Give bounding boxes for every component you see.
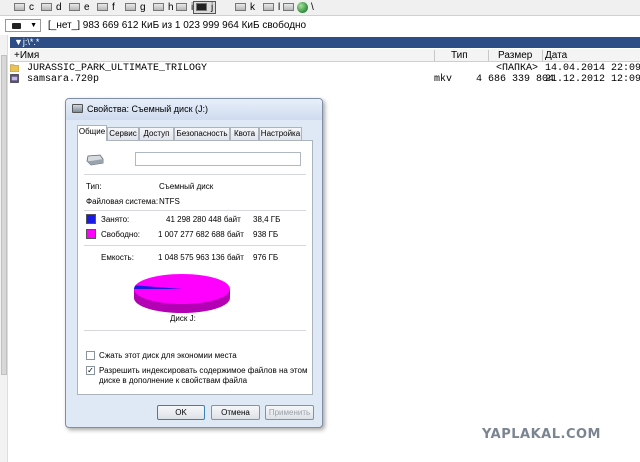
compress-checkbox[interactable] (86, 351, 95, 360)
file-size: <ПАПКА> (496, 63, 539, 74)
divider (84, 210, 306, 211)
scrollbar[interactable] (0, 35, 8, 462)
disk-label: Диск J: (170, 314, 196, 323)
tab-tools[interactable]: Сервис (107, 127, 139, 140)
drive-bar: c d e f g h i j k l m \ (0, 0, 640, 16)
column-type[interactable]: Тип (451, 49, 468, 62)
type-label: Тип: (86, 182, 102, 191)
scroll-thumb[interactable] (1, 55, 7, 375)
chevron-down-icon: ▼ (30, 22, 37, 29)
drive-name-input[interactable] (135, 152, 301, 166)
capacity-gb: 976 ГБ (253, 253, 279, 262)
apply-button[interactable]: Применить (265, 405, 314, 420)
used-label: Занято: (101, 215, 130, 224)
drive-icon (41, 3, 52, 12)
drive-icon (283, 3, 294, 12)
file-name: samsara.720p (27, 74, 100, 85)
drive-icon (125, 3, 136, 12)
used-bytes: 41 298 280 448 байт (166, 215, 241, 224)
free-bytes: 1 007 277 682 688 байт (158, 230, 244, 239)
drive-button-g[interactable]: g (125, 2, 146, 14)
cancel-button[interactable]: Отмена (211, 405, 260, 420)
file-date: 21.12.2012 12:09 (545, 74, 640, 85)
dialog-titlebar[interactable]: Свойства: Съемный диск (J:) (66, 99, 322, 120)
divider (84, 174, 306, 175)
capacity-bytes: 1 048 575 963 136 байт (158, 253, 244, 262)
filesystem-value: NTFS (159, 197, 180, 206)
drive-icon (69, 3, 80, 12)
removable-drive-icon (86, 154, 104, 166)
drive-icon (176, 3, 187, 12)
filesystem-label: Файловая система: (86, 197, 159, 206)
drive-button-l[interactable]: l (263, 2, 280, 14)
index-label-line1: Разрешить индексировать содержимое файло… (99, 366, 308, 375)
column-date[interactable]: Дата (545, 49, 567, 62)
drive-button-j[interactable]: j (193, 1, 217, 14)
tab-quota[interactable]: Квота (230, 127, 259, 140)
drive-icon (14, 3, 25, 12)
column-divider[interactable] (542, 50, 543, 61)
column-divider[interactable] (488, 50, 489, 61)
divider (84, 245, 306, 246)
tab-panel-general: Тип: Съемный диск Файловая система: NTFS… (77, 140, 313, 395)
dialog-title: Свойства: Съемный диск (J:) (87, 104, 209, 114)
drive-button-c[interactable]: c (14, 2, 34, 14)
video-file-icon (10, 74, 19, 83)
watermark: YAPLAKAL.COM (482, 427, 601, 442)
checkmark-icon: ✓ (87, 366, 94, 375)
tab-security[interactable]: Безопасность (174, 127, 230, 140)
file-size: 4 686 339 804 (476, 74, 555, 85)
ok-button[interactable]: OK (157, 405, 205, 420)
path-bar[interactable]: ▼j:\*.* (10, 37, 640, 48)
properties-dialog: Свойства: Съемный диск (J:) Общие Сервис… (65, 98, 323, 428)
file-row[interactable]: JURASSIC_PARK_ULTIMATE_TRILOGY <ПАПКА> 1… (9, 63, 640, 74)
drive-icon (196, 3, 207, 12)
folder-icon (9, 64, 20, 73)
network-drive-button[interactable]: \ (297, 2, 314, 14)
free-space-text: [_нет_] 983 669 612 КиБ из 1 023 999 964… (48, 20, 307, 31)
free-color-swatch (86, 229, 96, 239)
tab-general[interactable]: Общие (77, 125, 107, 141)
drive-icon (12, 23, 21, 29)
capacity-label: Емкость: (101, 253, 134, 262)
drive-icon (153, 3, 164, 12)
disk-usage-pie (134, 274, 230, 313)
file-row[interactable]: samsara.720p mkv 4 686 339 804 21.12.201… (10, 74, 640, 85)
file-type: mkv (434, 74, 453, 85)
column-size[interactable]: Размер (498, 49, 532, 62)
free-label: Свободно: (101, 230, 140, 239)
column-divider[interactable] (434, 50, 435, 61)
drive-icon (263, 3, 274, 12)
drive-select[interactable]: ▼ (5, 19, 41, 32)
drive-icon (97, 3, 108, 12)
removable-drive-icon (72, 104, 83, 113)
drive-button-d[interactable]: d (41, 2, 62, 14)
index-checkbox[interactable]: ✓ (86, 366, 95, 375)
file-date: 14.04.2014 22:09 (545, 63, 640, 74)
used-color-swatch (86, 214, 96, 224)
type-value: Съемный диск (159, 182, 214, 191)
drive-button-k[interactable]: k (235, 2, 255, 14)
drive-icon (235, 3, 246, 12)
compress-label: Сжать этот диск для экономии места (99, 351, 237, 360)
drive-info-bar: ▼ [_нет_] 983 669 612 КиБ из 1 023 999 9… (0, 17, 640, 35)
drive-button-h[interactable]: h (153, 2, 174, 14)
index-label-line2: диске в дополнение к свойствам файла (99, 376, 248, 385)
drive-button-e[interactable]: e (69, 2, 90, 14)
globe-icon (297, 2, 308, 13)
used-gb: 38,4 ГБ (253, 215, 281, 224)
drive-button-f[interactable]: f (97, 2, 115, 14)
free-gb: 938 ГБ (253, 230, 279, 239)
drive-button-i[interactable]: i (176, 2, 193, 14)
tab-customize[interactable]: Настройка (259, 127, 302, 140)
column-name[interactable]: +Имя (14, 49, 39, 62)
divider (84, 330, 306, 331)
file-name: JURASSIC_PARK_ULTIMATE_TRILOGY (27, 63, 208, 74)
file-list-header: +Имя Тип Размер Дата (10, 49, 640, 62)
tab-sharing[interactable]: Доступ (139, 127, 174, 140)
